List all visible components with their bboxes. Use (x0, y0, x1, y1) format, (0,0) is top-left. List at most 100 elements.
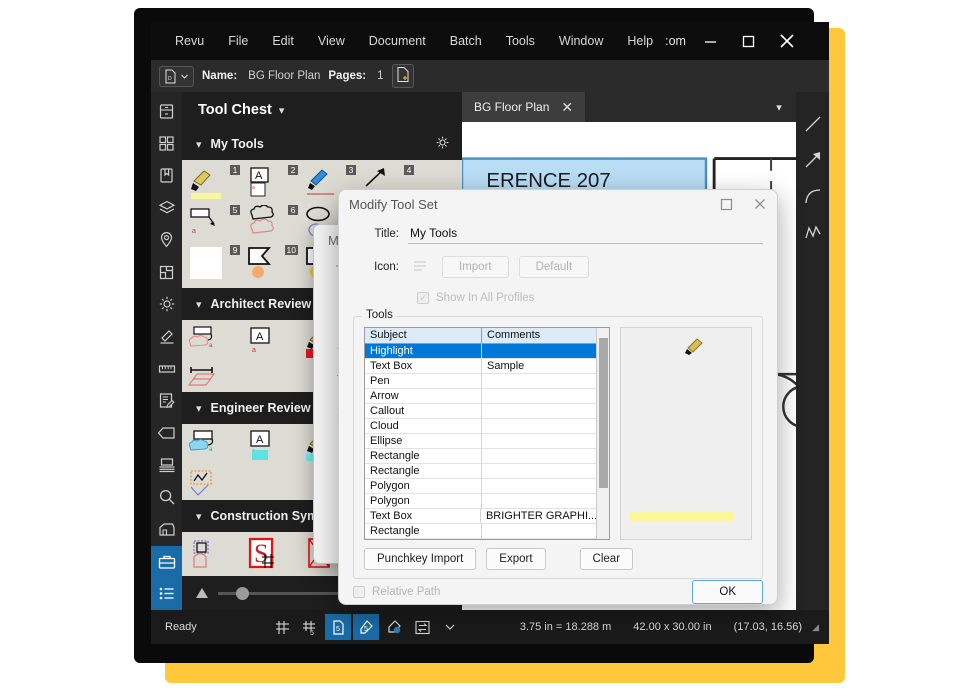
menu-item-window[interactable]: Window (547, 22, 615, 60)
measure-ruler-icon[interactable] (151, 353, 182, 385)
gear-icon[interactable] (151, 288, 182, 320)
menu-item-revu[interactable]: Revu (163, 22, 216, 60)
maximize-icon[interactable] (709, 190, 743, 218)
tab-spacer (585, 92, 762, 122)
snap-rotate-icon[interactable] (381, 614, 407, 640)
table-row[interactable]: Polygon (365, 479, 597, 494)
menu-item-edit[interactable]: Edit (260, 22, 306, 60)
signature-stamp-icon[interactable] (151, 320, 182, 352)
document-tab[interactable]: BG Floor Plan ✕ (462, 92, 586, 122)
chevron-down-icon[interactable]: ▾ (279, 104, 285, 117)
dialog-title-bar: Modify Tool Set (339, 190, 777, 218)
close-icon[interactable]: ✕ (561, 99, 573, 116)
menu-item-tools[interactable]: Tools (494, 22, 547, 60)
title-input[interactable] (408, 224, 763, 244)
tools-table[interactable]: Subject Comments Highlight Text Box Samp… (365, 328, 597, 539)
snap-to-markup-icon[interactable]: 5 (353, 614, 379, 640)
grid-snap-markup-icon[interactable]: 5 (297, 614, 323, 640)
markups-list-icon[interactable] (151, 385, 182, 417)
tool-text-box[interactable]: Aa 2 (246, 165, 302, 203)
file-cabinet-icon[interactable] (151, 95, 182, 127)
cell-subject: Polygon (365, 494, 482, 508)
table-row[interactable]: Polygon (365, 494, 597, 509)
add-page-icon[interactable] (391, 64, 414, 88)
clear-button[interactable]: Clear (579, 548, 634, 570)
scrollbar-thumb[interactable] (599, 338, 609, 488)
slider-knob[interactable] (236, 586, 249, 600)
batch-stack-icon[interactable] (151, 449, 182, 481)
menu-item-file[interactable]: File (216, 22, 260, 60)
minimize-icon[interactable] (692, 22, 730, 60)
tool-callout[interactable]: a 5 (188, 205, 244, 243)
table-row[interactable]: Text Box BRIGHTER GRAPHI... (365, 509, 597, 524)
tool-dimension-red[interactable] (187, 365, 244, 403)
spaces-floorplan-icon[interactable] (151, 256, 182, 288)
chevron-down-icon[interactable] (437, 614, 463, 640)
import-button[interactable]: Import (442, 256, 509, 278)
bookmarks-icon[interactable] (151, 159, 182, 191)
group-header-my-tools[interactable]: ▾ My Tools (182, 128, 462, 160)
tool-chest-briefcase-icon[interactable] (151, 545, 182, 578)
table-row[interactable]: Callout (365, 404, 597, 419)
search-icon[interactable] (151, 481, 182, 513)
symbol-polygon-purple[interactable] (188, 537, 244, 575)
close-icon[interactable] (768, 22, 806, 60)
relative-path-checkbox[interactable] (353, 585, 365, 598)
three-d-model-icon[interactable] (151, 513, 182, 545)
tool-text-box-a[interactable]: Aa (246, 325, 302, 363)
menu-item-batch[interactable]: Batch (438, 22, 494, 60)
table-row[interactable]: Ellipse (365, 434, 597, 449)
arc-tool-icon[interactable] (796, 178, 829, 214)
resize-grip-icon[interactable]: ◢ (812, 622, 821, 633)
maximize-icon[interactable] (730, 22, 768, 60)
tool-callout-cloud-red[interactable]: a (188, 325, 244, 363)
relative-path-row[interactable]: Relative Path (353, 585, 440, 598)
tab-label: BG Floor Plan (474, 100, 550, 114)
symbol-s-stamp-red[interactable]: S (246, 537, 302, 575)
table-row[interactable]: Text Box Sample (365, 359, 597, 374)
triangle-icon[interactable] (196, 588, 208, 598)
punchkey-import-button[interactable]: Punchkey Import (364, 548, 477, 570)
snap-to-content-icon[interactable]: 5 (325, 614, 351, 640)
table-row[interactable]: Rectangle (365, 524, 597, 539)
show-in-all-profiles-checkbox[interactable]: ✓ (417, 292, 429, 304)
table-row[interactable]: Rectangle (365, 449, 597, 464)
list-icon[interactable] (151, 577, 182, 610)
table-row[interactable]: Highlight (365, 344, 597, 359)
polyline-tool-icon[interactable] (796, 214, 829, 250)
table-scrollbar[interactable] (596, 328, 609, 539)
menu-item-view[interactable]: View (306, 22, 357, 60)
tag-icon[interactable] (151, 417, 182, 449)
chevron-down-icon[interactable]: ▾ (196, 510, 202, 523)
layers-icon[interactable] (151, 192, 182, 224)
chevron-down-icon[interactable]: ▾ (196, 138, 202, 151)
tool-cloud[interactable]: 6 (246, 204, 302, 243)
line-tool-icon[interactable] (796, 106, 829, 142)
chevron-down-icon[interactable]: ▾ (196, 298, 202, 311)
grid-snap-icon[interactable] (269, 614, 295, 640)
tool-blank-white[interactable]: 9 (188, 245, 244, 283)
menu-item-document[interactable]: Document (357, 22, 438, 60)
default-button[interactable]: Default (518, 256, 590, 278)
chevron-down-icon[interactable]: ▾ (762, 92, 796, 122)
tool-flag-orange[interactable]: 10 (246, 245, 302, 283)
sync-icon[interactable] (409, 614, 435, 640)
chevron-down-icon[interactable]: ▾ (196, 402, 202, 415)
tool-highlighter-yellow[interactable]: 1 (188, 165, 244, 203)
menu-item-help[interactable]: Help (615, 22, 665, 60)
ok-button[interactable]: OK (692, 579, 763, 604)
table-row[interactable]: Rectangle (365, 464, 597, 479)
close-icon[interactable] (743, 190, 777, 218)
arrow-tool-icon[interactable] (796, 142, 829, 178)
document-dropdown-icon[interactable]: D (159, 65, 194, 87)
show-in-all-profiles-row[interactable]: ✓ Show In All Profiles (417, 292, 763, 304)
table-row[interactable]: Arrow (365, 389, 597, 404)
table-row[interactable]: Cloud (365, 419, 597, 434)
export-button[interactable]: Export (486, 548, 546, 570)
tool-callout-cloud-cyan[interactable]: a (188, 429, 244, 467)
gear-icon[interactable] (435, 135, 450, 153)
thumbnails-grid-icon[interactable] (151, 127, 182, 159)
location-pin-icon[interactable] (151, 224, 182, 256)
tool-text-box-cyan[interactable]: Aa (246, 429, 302, 467)
table-row[interactable]: Pen (365, 374, 597, 389)
